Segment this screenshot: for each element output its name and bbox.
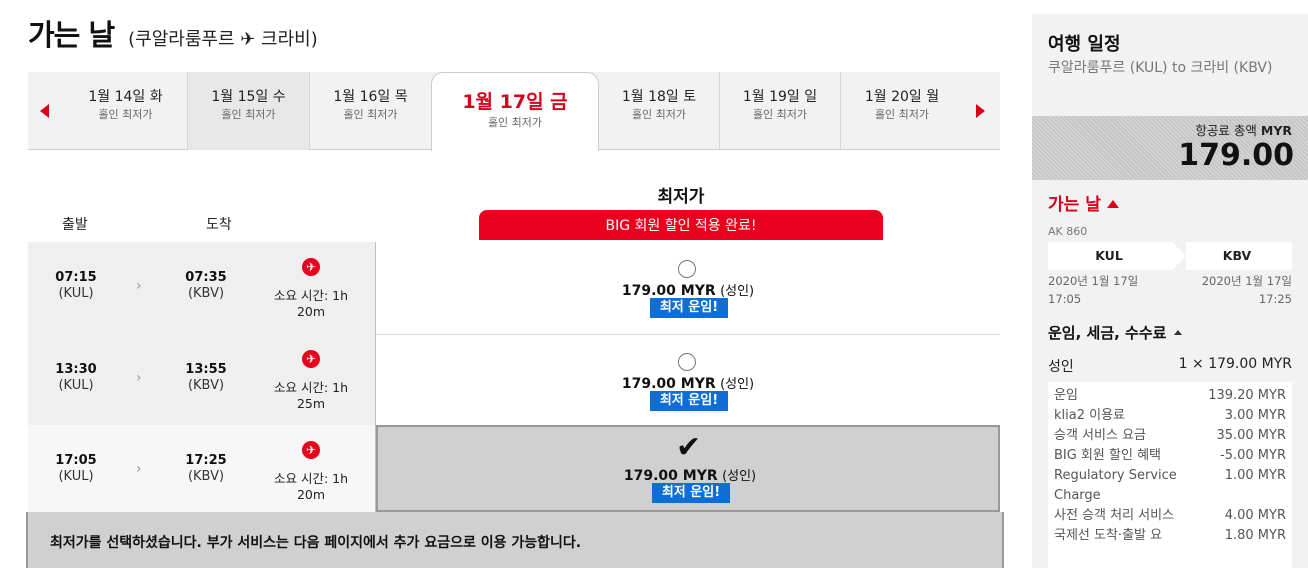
date-tab-0[interactable]: 1월 14일 화 홀인 최저가 bbox=[64, 72, 188, 150]
collapse-up-icon bbox=[1106, 200, 1119, 208]
date-tab-5[interactable]: 1월 19일 일 홀인 최저가 bbox=[720, 72, 841, 150]
departure-code: (KUL) bbox=[58, 469, 94, 484]
lowest-fare-column-header: 최저가 bbox=[657, 187, 705, 207]
fare-radio[interactable] bbox=[678, 260, 696, 278]
fare-breakdown: 운임 139.20 MYR klia2 이용료 3.00 MYR 승객 서비스 요금… bbox=[1048, 382, 1292, 568]
date-tab-2[interactable]: 1월 16일 목 홀인 최저가 bbox=[310, 72, 431, 150]
fares-toggle[interactable]: 운임, 세금, 수수료 bbox=[1048, 322, 1183, 343]
airplane-circle-icon[interactable]: ✈ bbox=[302, 441, 320, 459]
collapse-up-icon bbox=[1174, 330, 1183, 335]
departure-time: 17:05 bbox=[55, 453, 97, 468]
arrival-time: 17:25 bbox=[185, 453, 227, 468]
fare-breakdown-row: 승객 서비스 요금 35.00 MYR bbox=[1054, 428, 1286, 443]
date-tab-4[interactable]: 1월 18일 토 홀인 최저가 bbox=[599, 72, 720, 150]
lowest-fare-badge: 최저 운임! bbox=[650, 391, 728, 411]
selection-notice: 최저가를 선택하셨습니다. 부가 서비스는 다음 페이지에서 추가 요금으로 이… bbox=[26, 512, 1004, 568]
lowest-fare-badge: 최저 운임! bbox=[652, 483, 730, 503]
fare-price: 179.00 MYR (성인) bbox=[623, 468, 757, 484]
departure-code: (KUL) bbox=[58, 378, 94, 393]
fare-price: 179.00 MYR (성인) bbox=[621, 376, 755, 392]
fare-option[interactable]: 179.00 MYR (성인) 최저 운임! bbox=[376, 242, 1000, 334]
flight-row-selected: 17:05 (KUL) › 17:25 (KBV) ✈ 소요 시간: 1h 20… bbox=[28, 425, 1000, 512]
departure-time: 13:30 bbox=[55, 362, 97, 377]
departure-time: 17:05 bbox=[1048, 292, 1082, 306]
arrival-date: 2020년 1월 17일 bbox=[1201, 274, 1292, 288]
page-header: 가는 날 (쿠알라룸푸르 ✈ 크라비) bbox=[28, 12, 318, 54]
date-strip: 1월 14일 화 홀인 최저가 1월 15일 수 홀인 최저가 1월 16일 목… bbox=[28, 72, 1000, 151]
flight-row: 13:30 (KUL) › 13:55 (KBV) ✈ 소요 시간: 1h 25… bbox=[28, 334, 1000, 426]
fare-breakdown-row: 운임 139.20 MYR bbox=[1054, 388, 1286, 403]
total-fare-amount: 179.00 bbox=[1178, 138, 1294, 173]
itinerary-route: 쿠알라룸푸르 (KUL) to 크라비 (KBV) bbox=[1048, 60, 1273, 76]
flight-row: 07:15 (KUL) › 07:35 (KBV) ✈ 소요 시간: 1h 20… bbox=[28, 242, 1000, 334]
arrival-time: 07:35 bbox=[185, 270, 227, 285]
arrival-code: (KBV) bbox=[187, 378, 225, 393]
fare-breakdown-row: Regulatory Service Charge 1.00 MYR bbox=[1054, 468, 1286, 503]
fare-option[interactable]: 179.00 MYR (성인) 최저 운임! bbox=[376, 334, 1000, 426]
fare-price: 179.00 MYR (성인) bbox=[621, 283, 755, 299]
flight-number: AK 860 bbox=[1048, 225, 1088, 238]
destination-code: KBV bbox=[1222, 248, 1252, 263]
itinerary-title: 여행 일정 bbox=[1048, 34, 1121, 55]
chevron-right-icon: › bbox=[136, 461, 142, 477]
departure-code: (KUL) bbox=[58, 286, 94, 301]
route-label: (쿠알라룸푸르 ✈ 크라비) bbox=[128, 29, 318, 50]
fare-breakdown-row: 사전 승객 처리 서비스 4.00 MYR bbox=[1054, 508, 1286, 523]
flight-duration: 소요 시간: 1h 25m bbox=[273, 380, 349, 411]
adult-fare-row: 성인 1 × 179.00 MYR bbox=[1048, 356, 1292, 375]
going-toggle[interactable]: 가는 날 bbox=[1048, 190, 1119, 215]
flight-duration: 소요 시간: 1h 20m bbox=[273, 288, 349, 319]
arrival-code: (KBV) bbox=[187, 469, 225, 484]
date-tab-selected[interactable]: 1월 17일 금 홀인 최저가 bbox=[431, 72, 599, 151]
departure-date: 2020년 1월 17일 bbox=[1048, 274, 1139, 288]
fare-option-selected[interactable]: ✔ 179.00 MYR (성인) 최저 운임! bbox=[376, 425, 1000, 512]
fare-breakdown-row: klia2 이용료 3.00 MYR bbox=[1054, 408, 1286, 423]
depart-column-header: 출발 bbox=[62, 217, 88, 233]
checkmark-icon: ✔ bbox=[676, 430, 702, 465]
segment-bar: KUL KBV bbox=[1048, 242, 1292, 270]
airplane-circle-icon[interactable]: ✈ bbox=[302, 258, 320, 276]
fare-breakdown-row: 국제선 도착·출발 요 1.80 MYR bbox=[1054, 528, 1286, 543]
page-title: 가는 날 bbox=[28, 18, 115, 52]
itinerary-sidebar: 여행 일정 쿠알라룸푸르 (KUL) to 크라비 (KBV) 항공료 총액 M… bbox=[1032, 14, 1308, 568]
prev-date-arrow-icon[interactable] bbox=[40, 104, 49, 118]
arrival-time: 13:55 bbox=[185, 362, 227, 377]
arrival-code: (KBV) bbox=[187, 286, 225, 301]
date-tab-6[interactable]: 1월 20일 월 홀인 최저가 bbox=[841, 72, 963, 150]
airplane-circle-icon[interactable]: ✈ bbox=[302, 350, 320, 368]
arrival-time: 17:25 bbox=[1258, 292, 1292, 306]
chevron-right-icon: › bbox=[136, 278, 142, 294]
fare-radio[interactable] bbox=[678, 353, 696, 371]
next-date-arrow-icon[interactable] bbox=[976, 104, 985, 118]
big-discount-banner: BIG 회원 할인 적용 완료! bbox=[479, 210, 883, 240]
origin-code: KUL bbox=[1095, 248, 1123, 263]
total-fare-box: 항공료 총액 MYR 179.00 bbox=[1032, 116, 1308, 180]
chevron-right-icon: › bbox=[136, 370, 142, 386]
arrive-column-header: 도착 bbox=[206, 217, 232, 233]
total-fare-label: 항공료 총액 MYR bbox=[1195, 123, 1292, 138]
lowest-fare-badge: 최저 운임! bbox=[650, 298, 728, 318]
departure-time: 07:15 bbox=[55, 270, 97, 285]
flight-duration: 소요 시간: 1h 20m bbox=[273, 471, 349, 502]
fare-breakdown-row: BIG 회원 할인 혜택 -5.00 MYR bbox=[1054, 448, 1286, 463]
date-tab-1[interactable]: 1월 15일 수 홀인 최저가 bbox=[188, 72, 310, 150]
